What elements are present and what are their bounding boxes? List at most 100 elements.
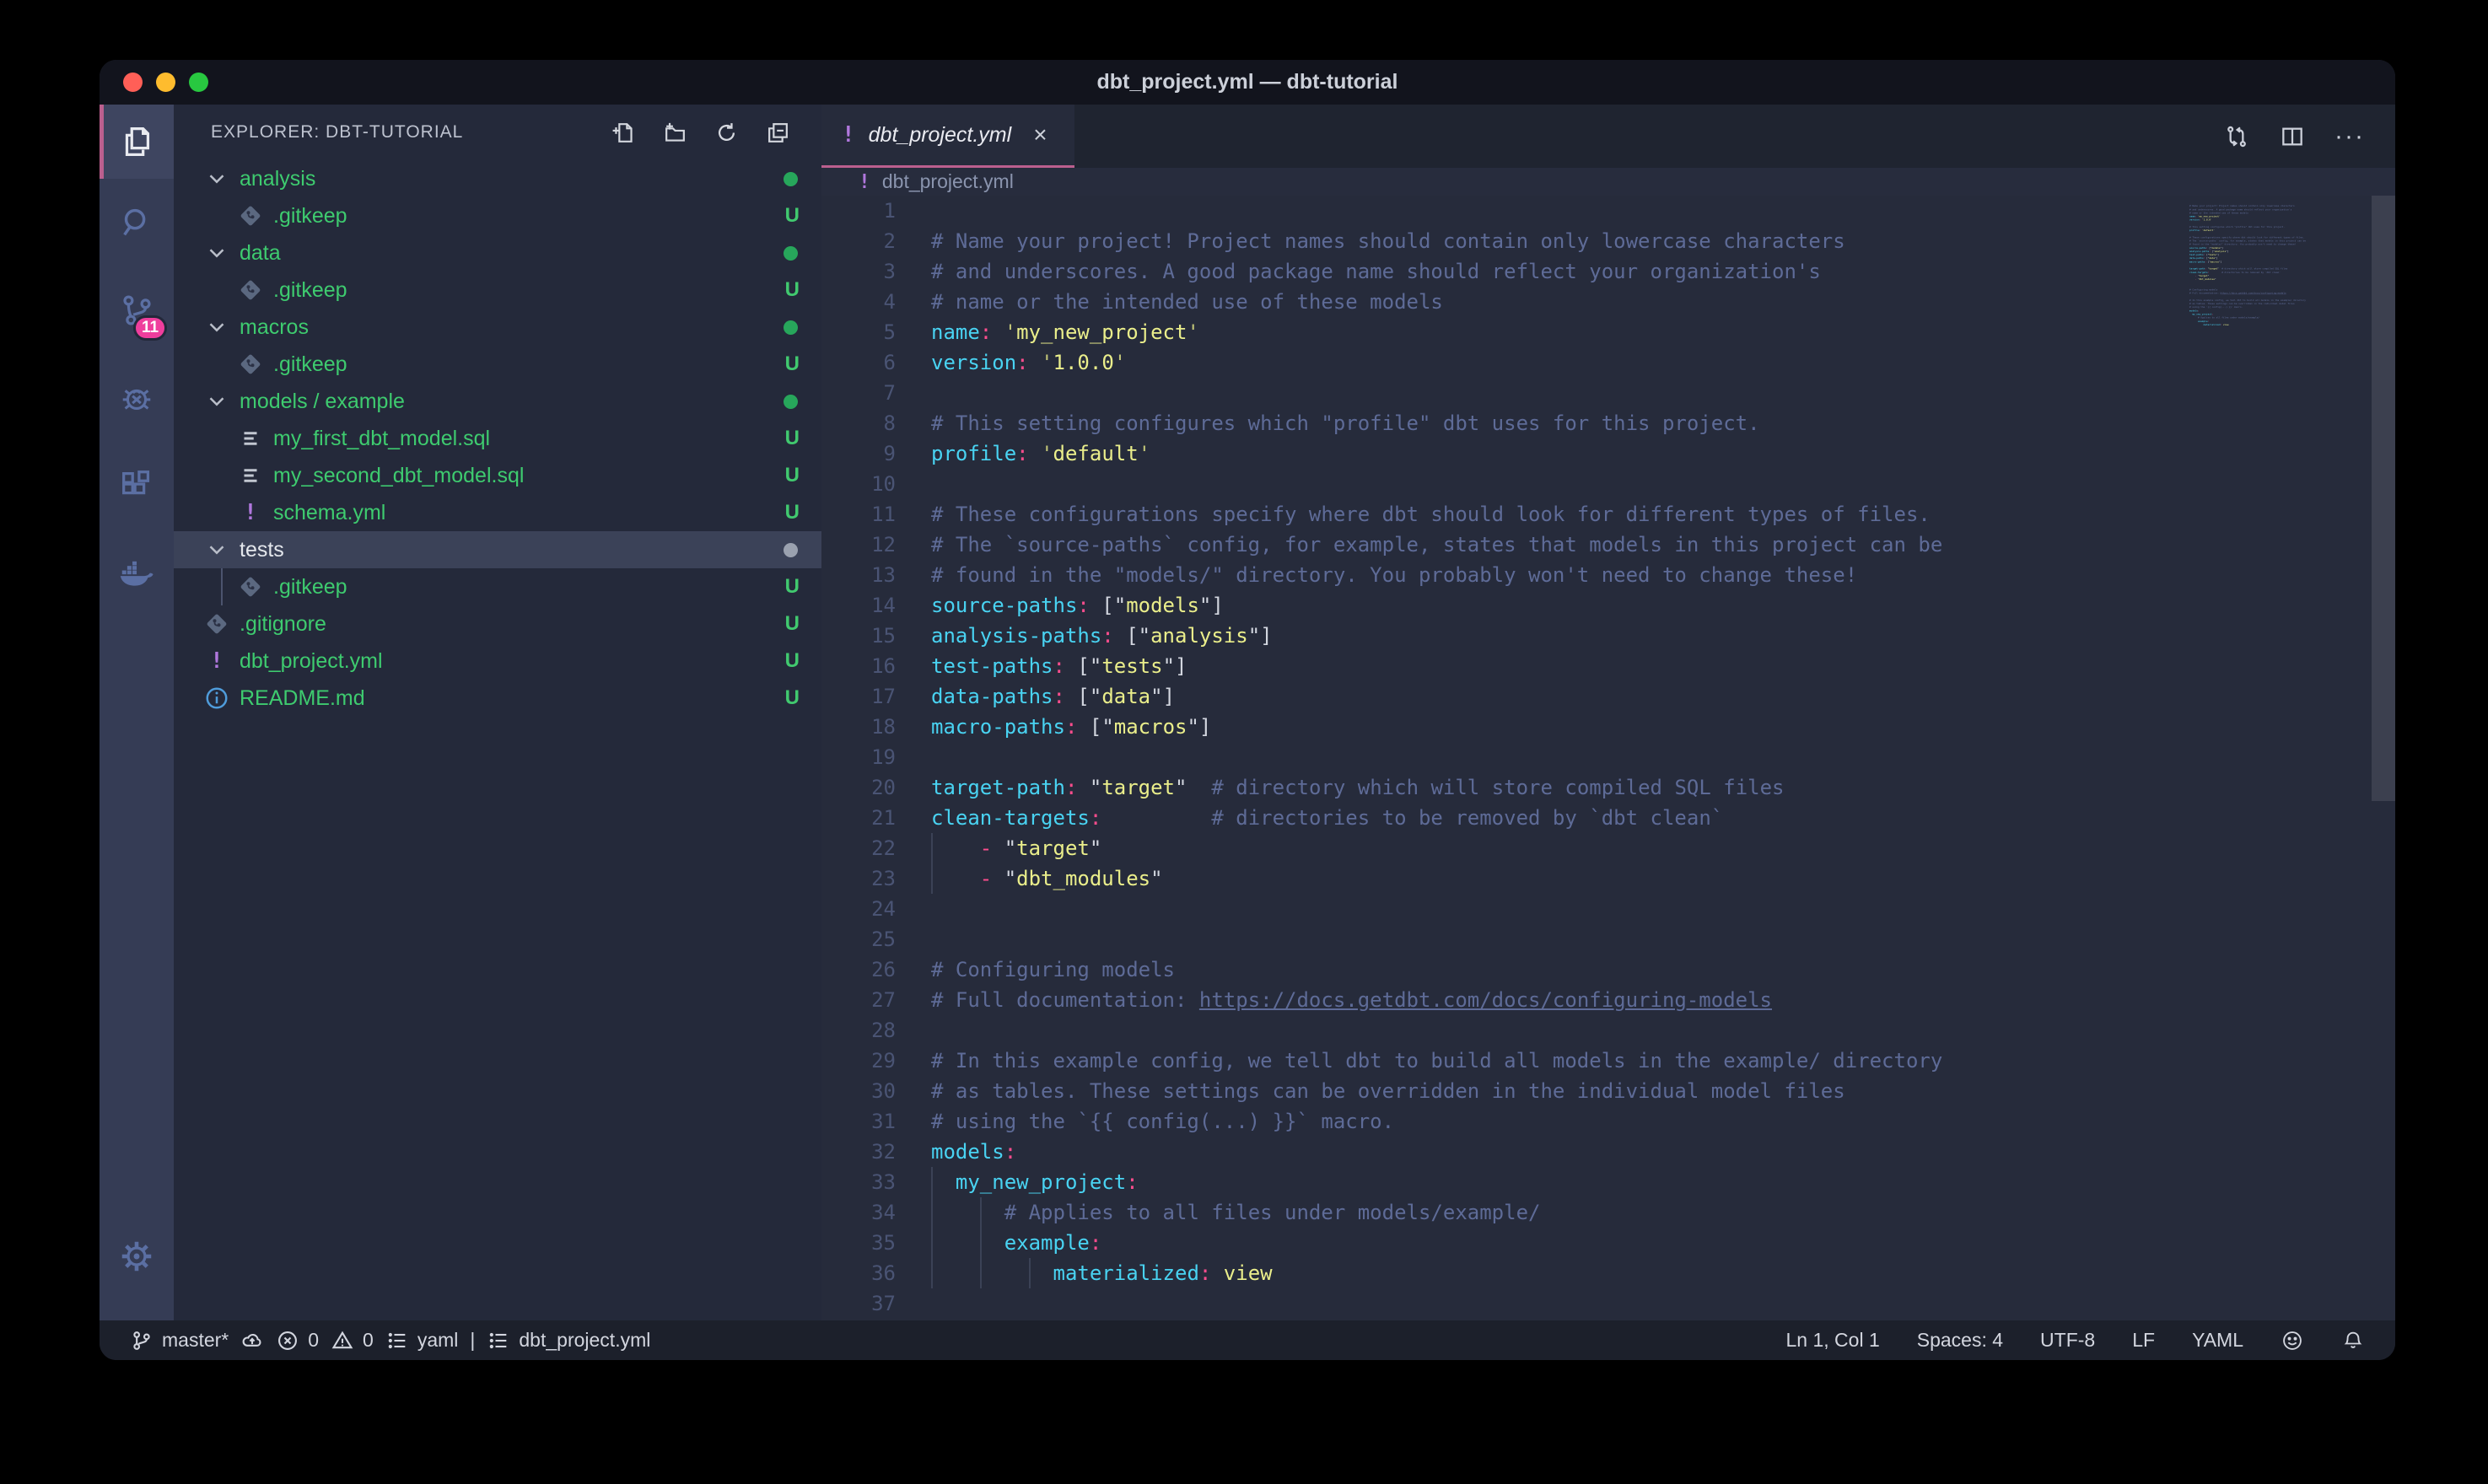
code-line-24[interactable]: 24 — [821, 894, 2395, 924]
code-line-20[interactable]: 20target-path: "target" # directory whic… — [821, 772, 2395, 803]
status-left-branch-0[interactable]: master* — [130, 1329, 229, 1352]
code-line-2[interactable]: 2# Name your project! Project names shou… — [821, 226, 2395, 256]
code-lines[interactable]: 12# Name your project! Project names sho… — [821, 196, 2395, 1319]
status-right-text-2[interactable]: UTF-8 — [2040, 1329, 2095, 1352]
warn-icon: ! — [238, 500, 263, 525]
code-line-8[interactable]: 8# This setting configures which "profil… — [821, 408, 2395, 438]
activity-source-control[interactable]: 11 — [100, 266, 174, 354]
code-line-29[interactable]: 29# In this example config, we tell dbt … — [821, 1046, 2395, 1076]
code-line-18[interactable]: 18macro-paths: ["macros"] — [821, 712, 2395, 742]
code-line-5[interactable]: 5name: 'my_new_project' — [821, 317, 2395, 347]
tree-item-label: analysis — [240, 167, 315, 191]
code-line-15[interactable]: 15analysis-paths: ["analysis"] — [821, 621, 2395, 651]
code-line-31[interactable]: 31# using the `{{ config(...) }}` macro. — [821, 1106, 2395, 1137]
split-editor-icon[interactable] — [2279, 123, 2306, 150]
activity-search[interactable] — [100, 179, 174, 266]
tree-item-label: data — [240, 241, 281, 266]
new-file-icon[interactable] — [611, 120, 637, 146]
code-line-32[interactable]: 32models: — [821, 1137, 2395, 1167]
folder-status-dot — [784, 320, 798, 335]
status-left-cloud-1[interactable] — [240, 1329, 264, 1352]
line-content: # This setting configures which "profile… — [931, 408, 1760, 438]
tree-item-folder-macros[interactable]: macros — [174, 309, 821, 346]
code-line-19[interactable]: 19 — [821, 742, 2395, 772]
scrollbar-slider[interactable] — [2372, 196, 2395, 801]
tab-dbt-project-yml[interactable]: ! dbt_project.yml × — [821, 105, 1074, 168]
status-left-warning-3[interactable]: 0 — [331, 1329, 374, 1352]
code-line-35[interactable]: 35 example: — [821, 1228, 2395, 1258]
tree-item-file-gitignore[interactable]: .gitignoreU — [174, 605, 821, 643]
code-editor[interactable]: 12# Name your project! Project names sho… — [821, 196, 2395, 1320]
untracked-badge: U — [785, 204, 800, 228]
manage-gear-button[interactable] — [100, 1212, 174, 1300]
refresh-icon[interactable] — [714, 120, 740, 146]
tree-item-folder-tests[interactable]: tests — [174, 531, 821, 568]
activity-extensions[interactable] — [100, 442, 174, 530]
tab-close-icon[interactable]: × — [1033, 121, 1047, 148]
tree-item-folder-models-example[interactable]: models / example — [174, 383, 821, 420]
code-line-7[interactable]: 7 — [821, 378, 2395, 408]
status-left-list-6[interactable]: dbt_project.yml — [487, 1329, 650, 1352]
code-line-17[interactable]: 17data-paths: ["data"] — [821, 681, 2395, 712]
collapse-all-icon[interactable] — [765, 120, 791, 146]
breadcrumb-file[interactable]: dbt_project.yml — [882, 170, 1014, 193]
line-content: # Name your project! Project names shoul… — [931, 226, 1845, 256]
code-line-23[interactable]: 23 - "dbt_modules" — [821, 863, 2395, 894]
code-line-10[interactable]: 10 — [821, 469, 2395, 499]
code-line-13[interactable]: 13# found in the "models/" directory. Yo… — [821, 560, 2395, 590]
tree-item-folder-analysis[interactable]: analysis — [174, 160, 821, 197]
chevron-icon — [204, 389, 229, 414]
code-line-16[interactable]: 16test-paths: ["tests"] — [821, 651, 2395, 681]
status-right-text-0[interactable]: Ln 1, Col 1 — [1786, 1329, 1880, 1352]
code-line-6[interactable]: 6version: '1.0.0' — [821, 347, 2395, 378]
minimap[interactable]: # Name your project! Project names shoul… — [2189, 201, 2370, 1320]
open-changes-icon[interactable] — [2223, 123, 2250, 150]
tree-item-folder-data[interactable]: data — [174, 234, 821, 272]
code-line-4[interactable]: 4# name or the intended use of these mod… — [821, 287, 2395, 317]
code-line-34[interactable]: 34 # Applies to all files under models/e… — [821, 1197, 2395, 1228]
line-content: macro-paths: ["macros"] — [931, 712, 1211, 742]
tree-item-file-my-first-model[interactable]: my_first_dbt_model.sqlU — [174, 420, 821, 457]
code-line-30[interactable]: 30# as tables. These settings can be ove… — [821, 1076, 2395, 1106]
code-line-33[interactable]: 33 my_new_project: — [821, 1167, 2395, 1197]
tree-item-file-gitkeep-tests[interactable]: .gitkeepU — [174, 568, 821, 605]
status-right-text-4[interactable]: YAML — [2192, 1329, 2243, 1352]
status-right-smiley-5[interactable] — [2281, 1329, 2304, 1352]
tree-item-file-gitkeep-analysis[interactable]: .gitkeepU — [174, 197, 821, 234]
code-line-25[interactable]: 25 — [821, 924, 2395, 954]
tree-item-file-gitkeep-macros[interactable]: .gitkeepU — [174, 346, 821, 383]
code-line-14[interactable]: 14source-paths: ["models"] — [821, 590, 2395, 621]
code-line-36[interactable]: 36 materialized: view — [821, 1258, 2395, 1288]
activity-explorer[interactable] — [100, 105, 174, 179]
status-left-text-5[interactable]: | — [470, 1329, 475, 1352]
code-line-22[interactable]: 22 - "target" — [821, 833, 2395, 863]
activity-bar: 11 — [100, 105, 174, 1320]
code-line-1[interactable]: 1 — [821, 196, 2395, 226]
activity-docker[interactable] — [100, 530, 174, 617]
line-number: 28 — [821, 1015, 931, 1046]
status-left-list-4[interactable]: yaml — [385, 1329, 459, 1352]
tree-item-file-dbt-project-yml[interactable]: !dbt_project.ymlU — [174, 643, 821, 680]
breadcrumb[interactable]: ! dbt_project.yml — [821, 168, 2395, 196]
code-line-27[interactable]: 27# Full documentation: https://docs.get… — [821, 985, 2395, 1015]
more-actions-icon[interactable]: ··· — [2335, 122, 2365, 151]
status-left-error-2[interactable]: 0 — [276, 1329, 319, 1352]
code-line-26[interactable]: 26# Configuring models — [821, 954, 2395, 985]
activity-run-debug[interactable] — [100, 354, 174, 442]
line-content: example: — [931, 1228, 1101, 1258]
code-line-9[interactable]: 9profile: 'default' — [821, 438, 2395, 469]
tree-item-file-schema-yml[interactable]: !schema.ymlU — [174, 494, 821, 531]
tree-item-file-readme[interactable]: README.mdU — [174, 680, 821, 717]
code-line-28[interactable]: 28 — [821, 1015, 2395, 1046]
status-right-text-3[interactable]: LF — [2132, 1329, 2155, 1352]
code-line-12[interactable]: 12# The `source-paths` config, for examp… — [821, 530, 2395, 560]
code-line-37[interactable]: 37 — [821, 1288, 2395, 1319]
tree-item-file-my-second-model[interactable]: my_second_dbt_model.sqlU — [174, 457, 821, 494]
code-line-21[interactable]: 21clean-targets: # directories to be rem… — [821, 803, 2395, 833]
code-line-3[interactable]: 3# and underscores. A good package name … — [821, 256, 2395, 287]
status-right-text-1[interactable]: Spaces: 4 — [1917, 1329, 2003, 1352]
code-line-11[interactable]: 11# These configurations specify where d… — [821, 499, 2395, 530]
status-right-bell-6[interactable] — [2341, 1329, 2365, 1352]
tree-item-file-gitkeep-data[interactable]: .gitkeepU — [174, 272, 821, 309]
new-folder-icon[interactable] — [662, 120, 688, 146]
